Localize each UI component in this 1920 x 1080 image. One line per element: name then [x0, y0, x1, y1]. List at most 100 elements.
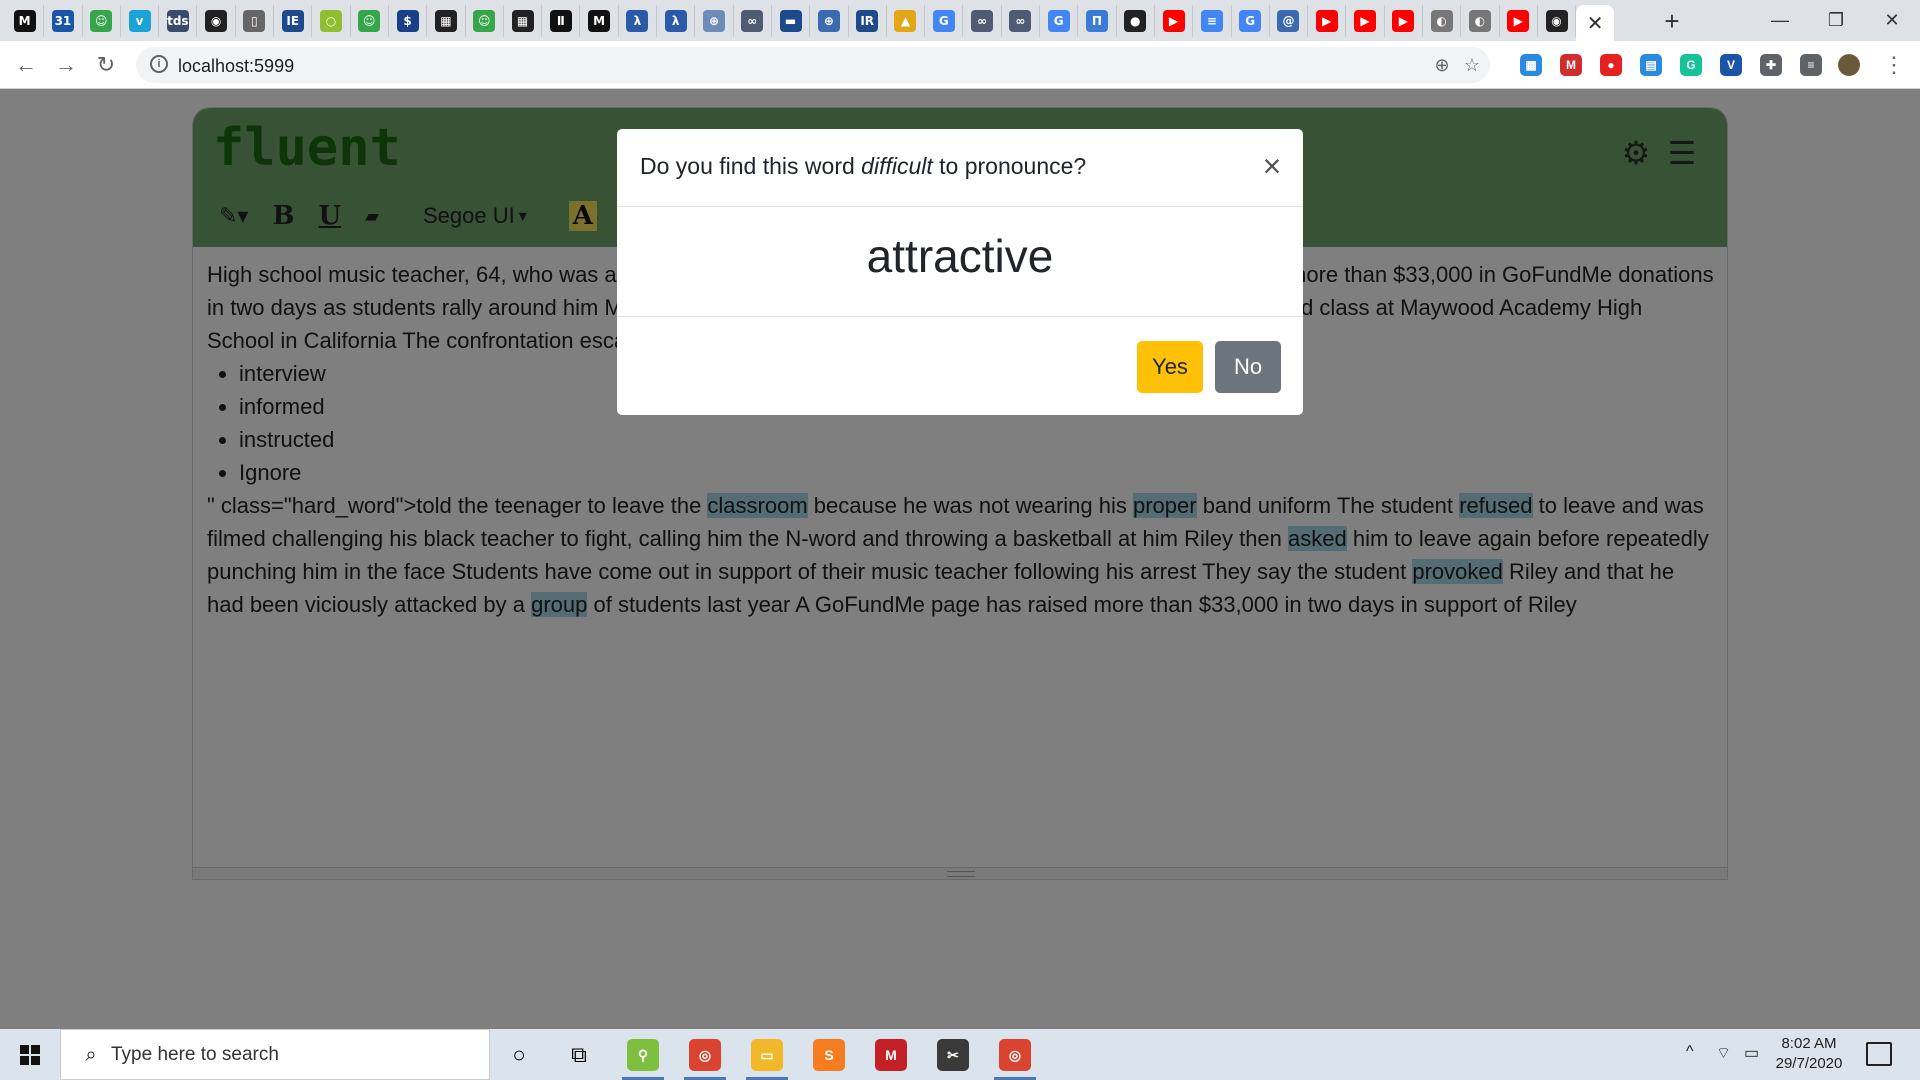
- browser-tab[interactable]: ◉: [1538, 5, 1577, 37]
- profile-avatar[interactable]: [1838, 54, 1860, 76]
- url-text[interactable]: localhost:5999: [178, 56, 294, 77]
- maximize-button[interactable]: ❐: [1808, 0, 1864, 41]
- windows-logo-icon: [20, 1044, 40, 1065]
- extension-mendeley-icon[interactable]: M: [1560, 54, 1582, 76]
- browser-tab[interactable]: ▶: [1155, 5, 1194, 37]
- browser-menu-button[interactable]: ⋮: [1878, 49, 1910, 81]
- github-icon: ◉: [205, 10, 228, 32]
- browser-tab[interactable]: G: [925, 5, 964, 37]
- smiley-icon: ☺: [90, 10, 113, 32]
- browser-tab[interactable]: $: [389, 5, 428, 37]
- system-clock[interactable]: 8:02 AM 29/7/2020: [1770, 1034, 1848, 1074]
- browser-tab[interactable]: ▶: [1385, 5, 1423, 37]
- browser-tab[interactable]: ▬: [772, 5, 811, 37]
- extension-vimium-icon[interactable]: V: [1720, 54, 1742, 76]
- browser-tab[interactable]: ▶: [1500, 5, 1538, 37]
- ai-icon: λ: [626, 10, 649, 32]
- pause-icon: Ⅱ: [549, 10, 572, 32]
- browser-tab[interactable]: M: [580, 5, 619, 37]
- browser-tab[interactable]: ∞: [1002, 5, 1041, 37]
- active-tab-close-icon[interactable]: ✕: [1576, 5, 1615, 41]
- taskbar-app-button[interactable]: ◎: [994, 1034, 1036, 1080]
- browser-tab[interactable]: ∞: [963, 5, 1002, 37]
- globe-icon: ⊕: [702, 10, 725, 32]
- info-icon[interactable]: i: [150, 55, 168, 73]
- tray-chevron-icon[interactable]: ^: [1686, 1043, 1694, 1061]
- wifi-icon[interactable]: ⌔: [1716, 1043, 1731, 1063]
- browser-tab[interactable]: ∞: [734, 5, 772, 37]
- browser-tab[interactable]: IR: [849, 5, 887, 37]
- search-icon: ⌕: [85, 1043, 97, 1066]
- taskbar-app-button[interactable]: M: [870, 1034, 912, 1076]
- extension-puzzle-icon[interactable]: ✚: [1760, 54, 1782, 76]
- extension-calendar-icon[interactable]: ▦: [1520, 54, 1542, 76]
- no-button[interactable]: No: [1215, 341, 1281, 393]
- browser-tab[interactable]: ▯: [236, 5, 275, 37]
- taskbar-app-button[interactable]: ◎: [684, 1034, 726, 1080]
- browser-tab[interactable]: λ: [619, 5, 658, 37]
- cortana-icon[interactable]: ○: [498, 1034, 540, 1076]
- back-button[interactable]: ←: [10, 49, 42, 81]
- browser-tab[interactable]: IE: [274, 5, 313, 37]
- browser-tab[interactable]: ☺: [83, 5, 121, 37]
- battery-icon[interactable]: ▭: [1744, 1043, 1759, 1063]
- media-control-icon[interactable]: ≡: [1800, 54, 1822, 76]
- browser-tab[interactable]: ▲: [887, 5, 926, 37]
- browser-tab[interactable]: ○: [312, 5, 351, 37]
- target-word: attractive: [866, 230, 1054, 282]
- browser-tab[interactable]: ≡: [1193, 5, 1232, 37]
- dollar-icon: $: [396, 10, 419, 32]
- circle-icon: ○: [320, 10, 343, 32]
- yes-button[interactable]: Yes: [1137, 341, 1203, 393]
- browser-tab[interactable]: П: [1078, 5, 1117, 37]
- browser-tab[interactable]: G: [1040, 5, 1079, 37]
- youtube-icon: ▶: [1315, 10, 1338, 32]
- taskbar-search[interactable]: ⌕ Type here to search: [60, 1029, 490, 1080]
- browser-tab[interactable]: ⊕: [695, 5, 734, 37]
- browser-tab[interactable]: ◐: [1423, 5, 1462, 37]
- reload-button[interactable]: ↻: [90, 49, 122, 81]
- browser-tab[interactable]: ☺: [351, 5, 389, 37]
- browser-tab[interactable]: ☺: [466, 5, 504, 37]
- taskbar-app-button[interactable]: ✂: [932, 1034, 974, 1076]
- close-icon[interactable]: ×: [1257, 150, 1287, 182]
- notification-center-icon[interactable]: [1866, 1042, 1892, 1066]
- browser-tab[interactable]: 31: [44, 5, 83, 37]
- close-window-button[interactable]: ✕: [1864, 0, 1920, 41]
- browser-tab[interactable]: ◐: [1461, 5, 1500, 37]
- bookmark-star-icon[interactable]: ☆: [1460, 53, 1484, 77]
- pronunciation-dialog: Do you find this word difficult to prono…: [617, 129, 1303, 415]
- browser-tab[interactable]: ◉: [197, 5, 236, 37]
- task-view-icon[interactable]: ⧉: [558, 1034, 600, 1076]
- google-icon: G: [1047, 10, 1070, 32]
- minimize-button[interactable]: —: [1752, 0, 1808, 41]
- taskbar-app-button[interactable]: ▭: [746, 1034, 788, 1080]
- browser-tab[interactable]: @: [1270, 5, 1309, 37]
- youtube-icon: ▶: [1162, 10, 1185, 32]
- qr-icon: ▦: [434, 10, 457, 32]
- zoom-icon[interactable]: ⊕: [1430, 53, 1454, 77]
- browser-tab[interactable]: ▶: [1308, 5, 1347, 37]
- browser-tab[interactable]: M: [6, 5, 45, 37]
- browser-tab[interactable]: v: [121, 5, 160, 37]
- globe-icon: ◐: [1468, 10, 1491, 32]
- taskbar-app-button[interactable]: ⚲: [622, 1034, 664, 1080]
- browser-tab[interactable]: λ: [657, 5, 696, 37]
- browser-tab[interactable]: ▶: [1346, 5, 1385, 37]
- forward-button[interactable]: →: [50, 49, 82, 81]
- browser-tab[interactable]: ▦: [427, 5, 466, 37]
- extension-grammarly-icon[interactable]: G: [1680, 54, 1702, 76]
- document-icon: ▯: [243, 10, 266, 32]
- start-button[interactable]: [0, 1029, 60, 1080]
- browser-tab[interactable]: ▦: [504, 5, 543, 37]
- extension-adblock-icon[interactable]: ●: [1600, 54, 1622, 76]
- browser-tab[interactable]: G: [1232, 5, 1270, 37]
- taskbar-app-button[interactable]: S: [808, 1034, 850, 1076]
- extension-note-icon[interactable]: ▤: [1640, 54, 1662, 76]
- browser-tab[interactable]: ⊕: [810, 5, 849, 37]
- new-tab-button[interactable]: +: [1656, 5, 1688, 37]
- address-bar[interactable]: i localhost:5999 ⊕ ☆: [136, 47, 1490, 83]
- browser-tab[interactable]: Ⅱ: [542, 5, 581, 37]
- browser-tab[interactable]: ●: [1117, 5, 1155, 37]
- browser-tab[interactable]: tds: [159, 5, 198, 37]
